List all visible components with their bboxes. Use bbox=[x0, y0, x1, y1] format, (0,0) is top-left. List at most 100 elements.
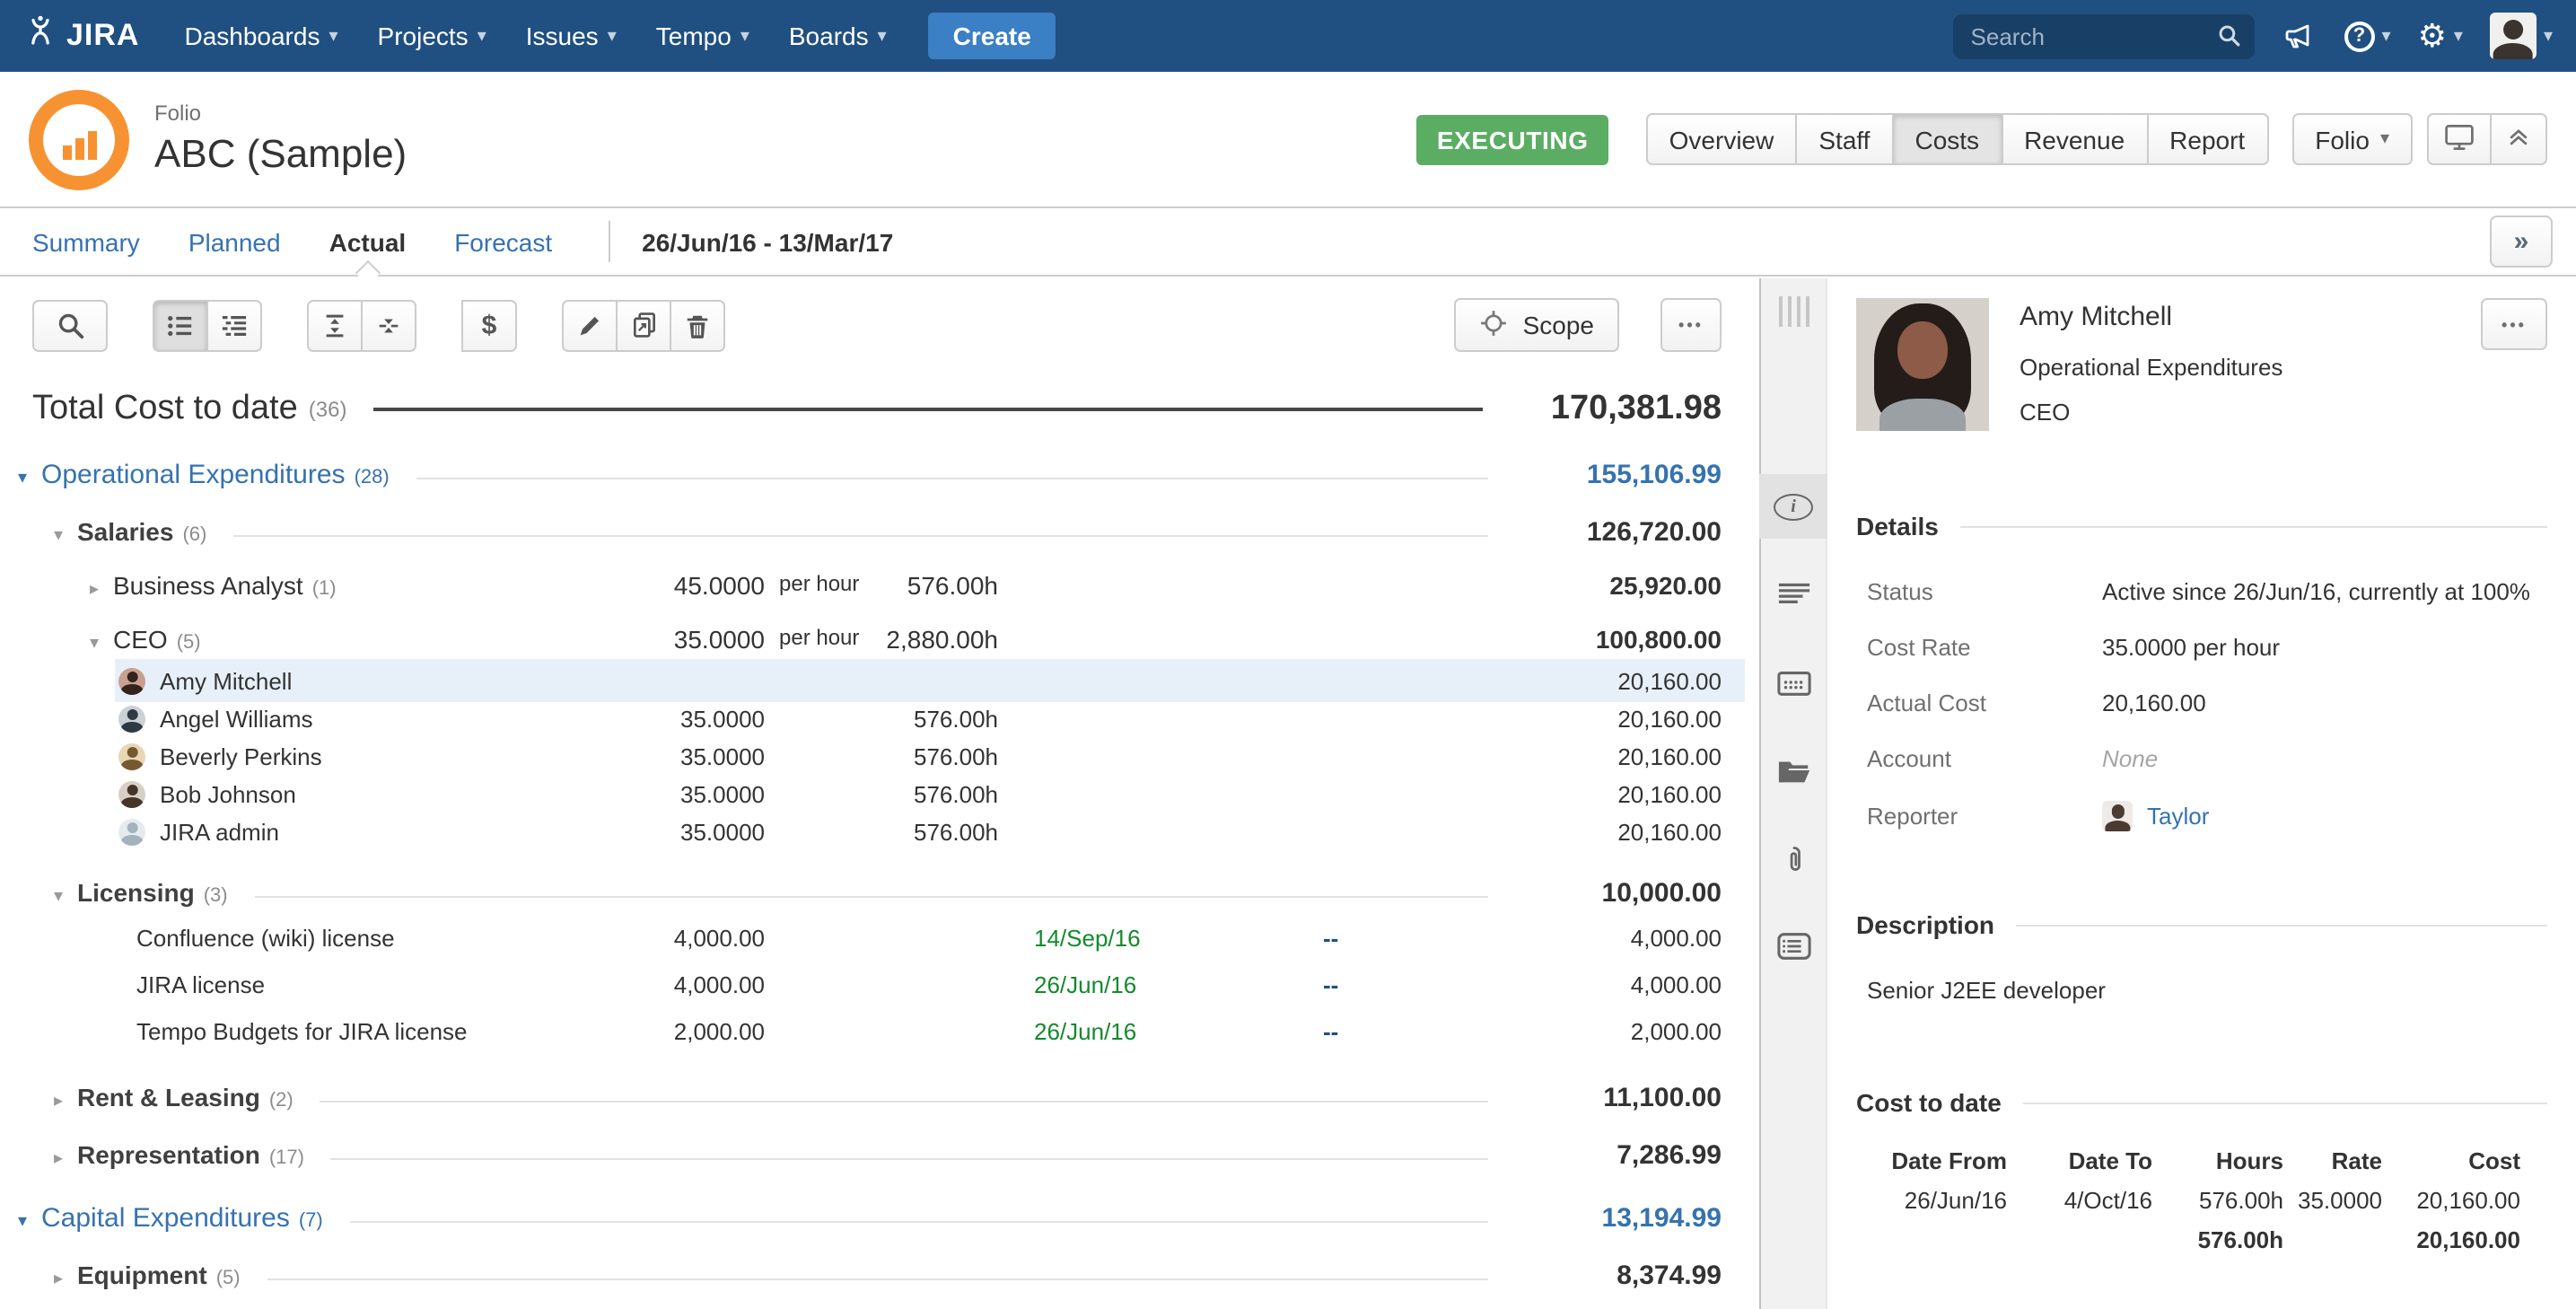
description-section: Description Senior J2EE developer bbox=[1856, 910, 2547, 1004]
row-label: JIRA admin bbox=[160, 818, 279, 845]
cost-row-jira-license[interactable]: JIRA license4,000.0026/Jun/16--4,000.00 bbox=[0, 971, 1759, 1007]
view-mode-group bbox=[153, 299, 262, 351]
profile-more-button[interactable]: ••• bbox=[2481, 298, 2547, 350]
cost-row-capital-expenditures[interactable]: ▾Capital Expenditures(7)13,194.99 bbox=[0, 1203, 1759, 1239]
user-menu[interactable]: ▾ bbox=[2490, 13, 2553, 59]
drag-handle[interactable] bbox=[1778, 296, 1809, 327]
nav-item-issues[interactable]: Issues▾ bbox=[506, 22, 636, 50]
collapse-triangle-icon[interactable]: ▾ bbox=[54, 887, 77, 907]
attachment-tab-icon[interactable] bbox=[1759, 826, 1827, 891]
collapse-all-icon[interactable] bbox=[361, 299, 416, 351]
row-value: 100,800.00 bbox=[1596, 625, 1722, 654]
reporter-link[interactable]: Taylor bbox=[2147, 803, 2209, 830]
cost-row-jira-admin[interactable]: JIRA admin35.0000576.00h20,160.00 bbox=[0, 813, 1759, 849]
description-tab-icon[interactable] bbox=[1759, 562, 1827, 627]
copy-icon[interactable] bbox=[616, 299, 671, 351]
help-menu[interactable]: ?▾ bbox=[2344, 21, 2391, 51]
announcement-icon[interactable] bbox=[2282, 20, 2318, 52]
more-options-button[interactable]: ••• bbox=[1660, 298, 1722, 352]
row-count: (7) bbox=[299, 1210, 323, 1232]
collapse-triangle-icon[interactable]: ▾ bbox=[18, 1212, 41, 1232]
cost-row-rent-leasing[interactable]: ▸Rent & Leasing(2)11,100.00 bbox=[0, 1083, 1759, 1119]
cost-row-beverly-perkins[interactable]: Beverly Perkins35.0000576.00h20,160.00 bbox=[0, 738, 1759, 774]
ctd-total-cell bbox=[2283, 1226, 2382, 1253]
cost-table: Total Cost to date (36) 170,381.98 ▾Oper… bbox=[0, 382, 1759, 1309]
scope-button[interactable]: Scope bbox=[1455, 298, 1619, 352]
cost-row-operational-expenditures[interactable]: ▾Operational Expenditures(28)155,106.99 bbox=[0, 460, 1759, 496]
ctd-cell: 20,160.00 bbox=[2382, 1187, 2520, 1214]
hours-cell: 2,880.00h bbox=[886, 625, 998, 654]
row-value: 20,160.00 bbox=[1617, 667, 1722, 694]
create-button[interactable]: Create bbox=[928, 13, 1056, 59]
ctd-cell: 35.0000 bbox=[2283, 1187, 2382, 1214]
ctd-total-cell bbox=[2007, 1226, 2152, 1253]
tab-report[interactable]: Report bbox=[2146, 113, 2268, 165]
expand-triangle-icon[interactable]: ▸ bbox=[54, 1149, 77, 1169]
settings-menu[interactable]: ⚙▾ bbox=[2418, 20, 2463, 52]
tab-costs[interactable]: Costs bbox=[1891, 113, 2002, 165]
presentation-mode-button[interactable] bbox=[2427, 113, 2492, 165]
cost-row-amy-mitchell[interactable]: Amy Mitchell35.0000576.00h20,160.00 bbox=[0, 663, 1759, 698]
row-label: Rent & Leasing bbox=[77, 1083, 260, 1111]
calendar-tab-icon[interactable] bbox=[1759, 650, 1827, 715]
expand-triangle-icon[interactable]: ▸ bbox=[54, 1269, 77, 1289]
folder-tab-icon[interactable] bbox=[1759, 738, 1827, 803]
cost-row-bob-johnson[interactable]: Bob Johnson35.0000576.00h20,160.00 bbox=[0, 776, 1759, 812]
view-link-planned[interactable]: Planned bbox=[188, 227, 281, 256]
nav-item-projects[interactable]: Projects▾ bbox=[358, 22, 506, 50]
chevron-down-icon: ▾ bbox=[2380, 129, 2389, 149]
flat-list-icon[interactable] bbox=[153, 299, 208, 351]
trash-icon[interactable] bbox=[670, 299, 725, 351]
search-icon[interactable] bbox=[2217, 22, 2242, 57]
cost-to-date-table: Date FromDate ToHoursRateCost26/Jun/164/… bbox=[1856, 1147, 2547, 1253]
notes-tab-icon[interactable] bbox=[1759, 914, 1827, 979]
nav-item-boards[interactable]: Boards▾ bbox=[769, 22, 907, 50]
cost-row-ceo[interactable]: ▾CEO(5)35.0000per hour2,880.00h100,800.0… bbox=[0, 625, 1759, 661]
cost-row-angel-williams[interactable]: Angel Williams35.0000576.00h20,160.00 bbox=[0, 700, 1759, 736]
folio-type-label: Folio bbox=[154, 101, 407, 126]
expand-all-icon[interactable] bbox=[307, 299, 363, 351]
view-link-forecast[interactable]: Forecast bbox=[454, 227, 552, 256]
collapse-panel-button[interactable]: » bbox=[2490, 215, 2553, 268]
currency-button[interactable]: $ bbox=[461, 299, 517, 351]
hours-cell: 576.00h bbox=[914, 705, 998, 732]
dash-cell: -- bbox=[1323, 1018, 1338, 1045]
details-tab-icon[interactable]: i bbox=[1759, 474, 1827, 539]
edit-pencil-icon[interactable] bbox=[562, 299, 618, 351]
cost-row-representation[interactable]: ▸Representation(17)7,286.99 bbox=[0, 1140, 1759, 1176]
cost-row-equipment[interactable]: ▸Equipment(5)8,374.99 bbox=[0, 1261, 1759, 1296]
collapse-triangle-icon[interactable]: ▾ bbox=[18, 469, 41, 488]
tree-list-icon[interactable] bbox=[206, 299, 262, 351]
view-link-summary[interactable]: Summary bbox=[32, 227, 140, 256]
view-subnav: Summary Planned Actual Forecast 26/Jun/16 -… bbox=[0, 208, 2576, 277]
topnav-items: Dashboards▾Projects▾Issues▾Tempo▾Boards▾ bbox=[164, 22, 906, 50]
collapse-header-button[interactable] bbox=[2490, 113, 2547, 165]
cost-row-licensing[interactable]: ▾Licensing(3)10,000.00 bbox=[0, 878, 1759, 914]
tab-staff[interactable]: Staff bbox=[1795, 113, 1893, 165]
cost-rows: ▾Operational Expenditures(28)155,106.99▾… bbox=[0, 460, 1759, 1309]
nav-item-dashboards[interactable]: Dashboards▾ bbox=[164, 22, 357, 50]
main-area: $ Scope ••• Total Cost to date (36) 170,… bbox=[0, 278, 2576, 1309]
cost-row-confluence-wiki-license[interactable]: Confluence (wiki) license4,000.0014/Sep/… bbox=[0, 925, 1759, 961]
search-input[interactable] bbox=[1953, 13, 2255, 58]
monitor-icon bbox=[2443, 121, 2475, 157]
tab-revenue[interactable]: Revenue bbox=[2001, 113, 2148, 165]
folio-menu-button[interactable]: Folio▾ bbox=[2291, 113, 2413, 165]
cost-row-business-analyst[interactable]: ▸Business Analyst(1)45.0000per hour576.0… bbox=[0, 571, 1759, 607]
ctd-cell: 576.00h bbox=[2152, 1187, 2283, 1214]
cost-row-salaries[interactable]: ▾Salaries(6)126,720.00 bbox=[0, 517, 1759, 553]
cost-row-tempo-budgets-for-jira-license[interactable]: Tempo Budgets for JIRA license2,000.0026… bbox=[0, 1018, 1759, 1054]
collapse-triangle-icon[interactable]: ▾ bbox=[90, 634, 113, 654]
view-link-actual[interactable]: Actual bbox=[329, 227, 407, 256]
expand-triangle-icon[interactable]: ▸ bbox=[54, 1092, 77, 1111]
nav-item-tempo[interactable]: Tempo▾ bbox=[636, 22, 769, 50]
jira-logo[interactable]: JIRA bbox=[23, 14, 139, 57]
search-button[interactable] bbox=[32, 299, 108, 351]
tab-overview[interactable]: Overview bbox=[1646, 113, 1798, 165]
detail-row-status: StatusActive since 26/Jun/16, currently … bbox=[1856, 578, 2547, 605]
row-value: 20,160.00 bbox=[1617, 705, 1722, 732]
expand-triangle-icon[interactable]: ▸ bbox=[90, 580, 113, 600]
row-label: Beverly Perkins bbox=[160, 742, 322, 769]
date-range[interactable]: 26/Jun/16 - 13/Mar/17 bbox=[642, 227, 893, 256]
collapse-triangle-icon[interactable]: ▾ bbox=[54, 526, 77, 546]
